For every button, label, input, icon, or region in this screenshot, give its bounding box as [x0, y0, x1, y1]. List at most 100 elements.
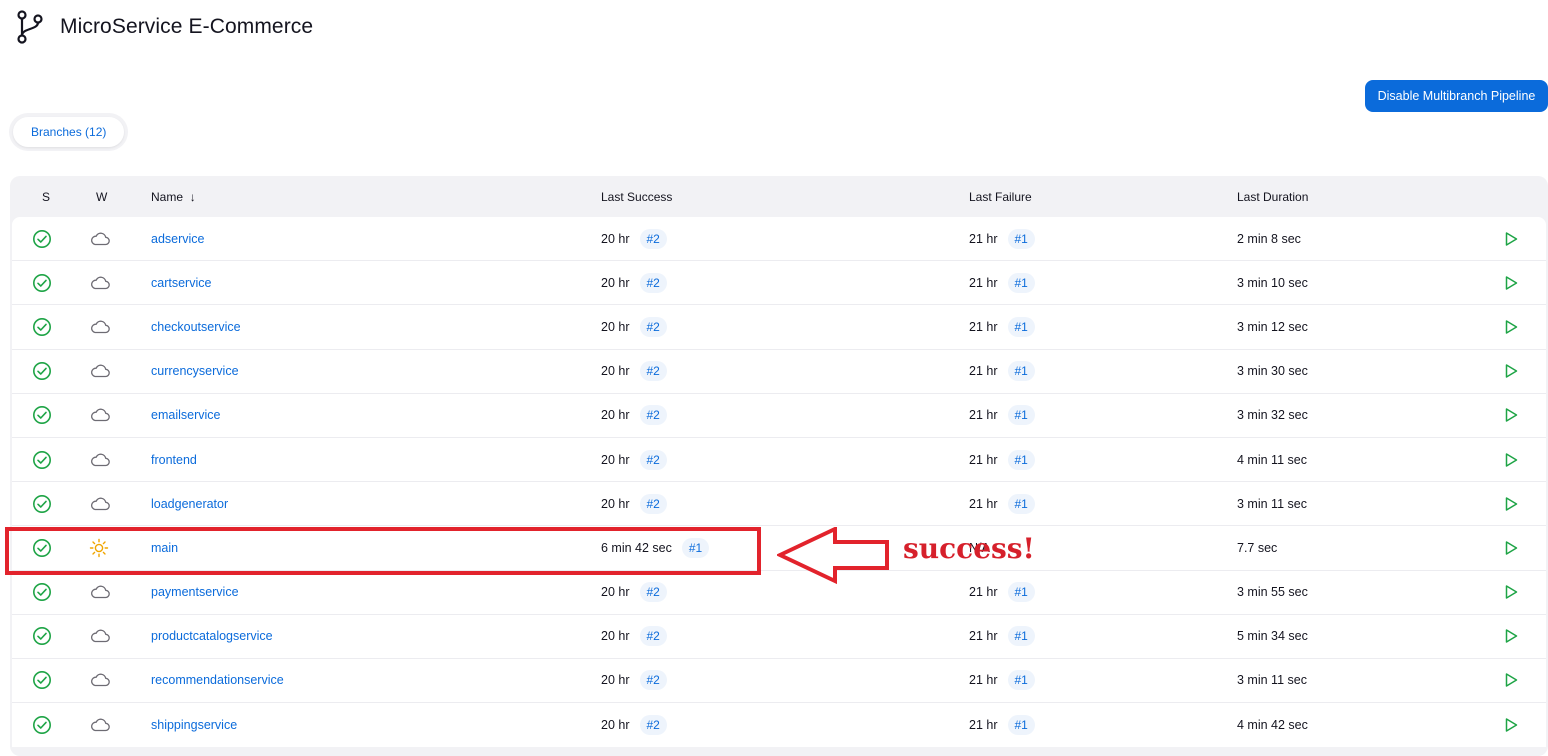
last-duration: 3 min 12 sec [1237, 319, 1308, 334]
check-circle-icon[interactable] [32, 670, 52, 690]
cloud-icon[interactable] [89, 231, 111, 247]
last-failure-time: 21 hr [969, 452, 998, 467]
branch-name-link[interactable]: main [151, 541, 178, 555]
header-status[interactable]: S [42, 190, 50, 204]
cloud-icon[interactable] [89, 363, 111, 379]
cloud-icon[interactable] [89, 496, 111, 512]
success-build-link[interactable]: #2 [639, 316, 667, 337]
check-circle-icon[interactable] [32, 450, 52, 470]
check-circle-icon[interactable] [32, 405, 52, 425]
failure-build-link[interactable]: #1 [1007, 449, 1035, 470]
last-duration: 3 min 11 sec [1237, 673, 1307, 688]
branch-name-link[interactable]: paymentservice [151, 585, 239, 599]
check-circle-icon[interactable] [32, 229, 52, 249]
disable-multibranch-pipeline-button[interactable]: Disable Multibranch Pipeline [1365, 80, 1548, 112]
header-name-label: Name [151, 190, 184, 204]
branch-name-link[interactable]: currencyservice [151, 364, 239, 378]
success-build-link[interactable]: #2 [639, 228, 667, 249]
cloud-icon[interactable] [89, 319, 111, 335]
cloud-icon[interactable] [89, 407, 111, 423]
branch-name-link[interactable]: frontend [151, 453, 197, 467]
last-duration: 3 min 55 sec [1237, 585, 1308, 600]
branch-name-link[interactable]: adservice [151, 232, 205, 246]
branch-name-link[interactable]: checkoutservice [151, 320, 241, 334]
last-success-time: 20 hr [601, 673, 630, 688]
failure-build-link[interactable]: #1 [1007, 405, 1035, 426]
tab-branches[interactable]: Branches (12) [13, 117, 125, 147]
play-icon[interactable] [1503, 407, 1519, 423]
annotation-text: success! [903, 532, 1035, 565]
cloud-icon[interactable] [89, 452, 111, 468]
play-icon[interactable] [1503, 584, 1519, 600]
last-success-time: 20 hr [601, 319, 630, 334]
last-failure-time: 21 hr [969, 673, 998, 688]
branch-name-link[interactable]: recommendationservice [151, 673, 284, 687]
failure-build-link[interactable]: #1 [1007, 670, 1035, 691]
sun-icon[interactable] [89, 538, 109, 558]
success-build-link[interactable]: #2 [639, 626, 667, 647]
last-duration: 5 min 34 sec [1237, 629, 1308, 644]
check-circle-icon[interactable] [32, 273, 52, 293]
failure-build-link[interactable]: #1 [1007, 626, 1035, 647]
cloud-icon[interactable] [89, 275, 111, 291]
success-build-link[interactable]: #2 [639, 715, 667, 736]
failure-build-link[interactable]: #1 [1007, 715, 1035, 736]
header-last-failure[interactable]: Last Failure [969, 190, 1032, 204]
check-circle-icon[interactable] [32, 494, 52, 514]
failure-build-link[interactable]: #1 [1007, 361, 1035, 382]
table-row: cartservice 20 hr #2 21 hr #1 3 min 10 sec [12, 261, 1546, 306]
play-icon[interactable] [1503, 363, 1519, 379]
play-icon[interactable] [1503, 496, 1519, 512]
success-build-link[interactable]: #2 [639, 670, 667, 691]
success-build-link[interactable]: #2 [639, 361, 667, 382]
branch-name-link[interactable]: emailservice [151, 408, 220, 422]
header-last-duration[interactable]: Last Duration [1237, 190, 1308, 204]
check-circle-icon[interactable] [32, 715, 52, 735]
header-name[interactable]: Name ↓ [151, 190, 196, 204]
play-icon[interactable] [1503, 717, 1519, 733]
cloud-icon[interactable] [89, 584, 111, 600]
success-build-link[interactable]: #2 [639, 449, 667, 470]
check-circle-icon[interactable] [32, 317, 52, 337]
table-row: adservice 20 hr #2 21 hr #1 2 min 8 sec [12, 217, 1546, 262]
branch-name-link[interactable]: shippingservice [151, 718, 237, 732]
success-build-link[interactable]: #2 [639, 405, 667, 426]
table-row: loadgenerator 20 hr #2 21 hr #1 3 min 11 sec [12, 482, 1546, 527]
play-icon[interactable] [1503, 319, 1519, 335]
branch-name-link[interactable]: loadgenerator [151, 497, 228, 511]
branch-name-link[interactable]: productcatalogservice [151, 629, 273, 643]
failure-build-link[interactable]: #1 [1007, 316, 1035, 337]
last-duration: 2 min 8 sec [1237, 231, 1301, 246]
branch-name-link[interactable]: cartservice [151, 276, 211, 290]
header-weather[interactable]: W [96, 190, 107, 204]
table-row: checkoutservice 20 hr #2 21 hr #1 3 min 12 se… [12, 305, 1546, 350]
last-success-time: 20 hr [601, 718, 630, 733]
check-circle-icon[interactable] [32, 538, 52, 558]
cloud-icon[interactable] [89, 717, 111, 733]
last-success-time: 20 hr [601, 452, 630, 467]
play-icon[interactable] [1503, 672, 1519, 688]
table-row: frontend 20 hr #2 21 hr #1 4 min 11 sec [12, 438, 1546, 483]
cloud-icon[interactable] [89, 672, 111, 688]
cloud-icon[interactable] [89, 628, 111, 644]
play-icon[interactable] [1503, 275, 1519, 291]
last-success-time: 20 hr [601, 275, 630, 290]
success-build-link[interactable]: #2 [639, 582, 667, 603]
check-circle-icon[interactable] [32, 582, 52, 602]
failure-build-link[interactable]: #1 [1007, 272, 1035, 293]
header-last-success[interactable]: Last Success [601, 190, 672, 204]
table-row: emailservice 20 hr #2 21 hr #1 3 min 32 sec [12, 394, 1546, 438]
success-build-link[interactable]: #2 [639, 272, 667, 293]
table-body: adservice 20 hr #2 21 hr #1 2 min 8 sec cartse… [12, 217, 1546, 748]
play-icon[interactable] [1503, 452, 1519, 468]
failure-build-link[interactable]: #1 [1007, 493, 1035, 514]
check-circle-icon[interactable] [32, 626, 52, 646]
failure-build-link[interactable]: #1 [1007, 582, 1035, 603]
play-icon[interactable] [1503, 231, 1519, 247]
success-build-link[interactable]: #2 [639, 493, 667, 514]
success-build-link[interactable]: #1 [681, 537, 710, 558]
failure-build-link[interactable]: #1 [1007, 228, 1035, 249]
play-icon[interactable] [1503, 540, 1519, 556]
play-icon[interactable] [1503, 628, 1519, 644]
check-circle-icon[interactable] [32, 361, 52, 381]
